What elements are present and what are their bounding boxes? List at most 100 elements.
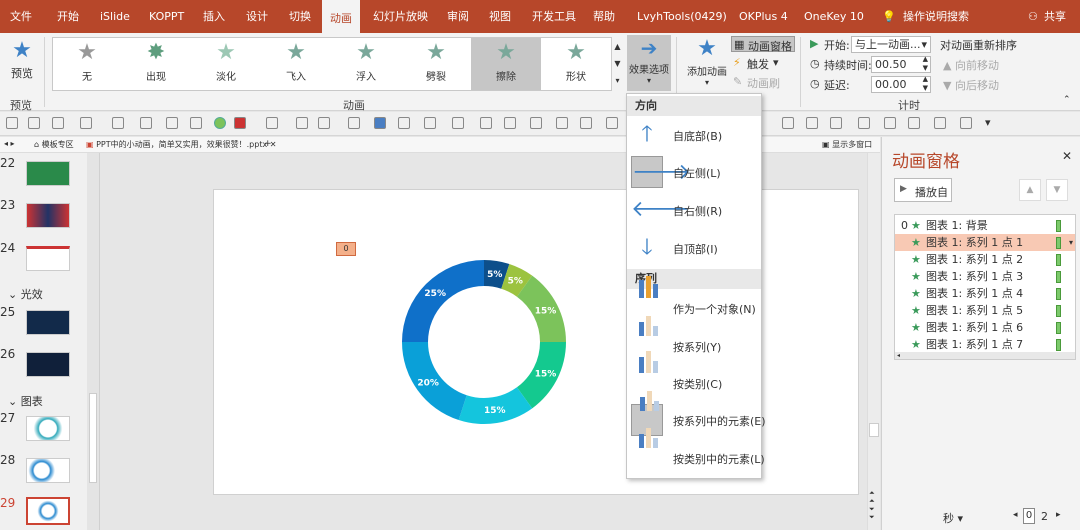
canvas-scrollbar[interactable]: ⏶ ⏶ ⏷ ⏷ <box>867 153 880 530</box>
grid-icon[interactable] <box>556 117 568 129</box>
anim-shape[interactable]: ★ 形状 <box>546 38 606 90</box>
anim-float-in[interactable]: ★ 浮入 <box>336 38 396 90</box>
tab-animations[interactable]: 动画 <box>322 0 360 33</box>
menu-item-from-bottom[interactable]: 🡑 自底部(B) <box>629 117 759 153</box>
new-tab-icon[interactable]: + <box>264 139 272 149</box>
section-header[interactable]: ⌄ 光效 <box>8 286 43 302</box>
duration-input[interactable]: 00.50 ▲ ▼ <box>871 55 931 73</box>
arrow-shape-icon[interactable] <box>424 117 436 129</box>
menu-item-by-element-in-category[interactable]: 按类别中的元素(L) <box>629 428 765 476</box>
add-animation-button[interactable]: ★ 添加动画 ▾ <box>684 35 730 87</box>
play-from-button[interactable]: ▶ 播放自 <box>894 178 952 202</box>
scroll-thumb[interactable] <box>89 393 97 483</box>
tab-slideshow[interactable]: 幻灯片放映 <box>373 0 428 33</box>
gallery-scroll[interactable]: ▲ ▼ ▾ <box>611 38 623 90</box>
timeline-start[interactable]: 0 <box>1023 508 1035 524</box>
slide-thumbnail[interactable] <box>26 352 70 377</box>
select-icon[interactable] <box>858 117 870 129</box>
animation-item-selected[interactable]: ★ 图表 1: 系列 1 点 1 ▾ <box>895 234 1075 251</box>
animation-item[interactable]: ★ 图表 1: 系列 1 点 7 <box>895 336 1075 353</box>
eyedropper-icon[interactable] <box>140 117 152 129</box>
tab-developer[interactable]: 开发工具 <box>532 0 576 33</box>
slide-thumbnail[interactable] <box>26 458 70 483</box>
align-center-icon[interactable] <box>530 117 542 129</box>
menu-item-from-left[interactable]: 🡒 自左侧(L) <box>629 154 759 190</box>
move-down-button[interactable]: ▼ <box>1046 179 1068 201</box>
tab-design[interactable]: 设计 <box>246 0 268 33</box>
anim-wipe[interactable]: ★ 擦除 <box>471 38 541 90</box>
bar-chart-icon[interactable] <box>374 117 386 129</box>
zoom-right-icon[interactable]: ▸ <box>1056 510 1061 520</box>
menu-item-from-right[interactable]: 🡐 自右侧(R) <box>629 192 759 228</box>
doc-tab-templates[interactable]: ⌂ 模板专区 <box>34 139 74 150</box>
animation-item[interactable]: 0 ★ 图表 1: 背景 <box>895 217 1075 234</box>
overflow-icon[interactable]: ▾ <box>985 116 991 129</box>
pen-icon[interactable] <box>296 117 308 129</box>
thumbnail-scrollbar[interactable] <box>87 153 99 530</box>
tell-me-search[interactable]: 操作说明搜索 <box>903 0 969 33</box>
slide[interactable]: 0 5% 5% 15% 15% 15% 20% 25% <box>213 189 859 495</box>
donut-chart[interactable]: 5% 5% 15% 15% 15% 20% 25% <box>394 252 574 432</box>
tab-koppt[interactable]: KOPPT <box>149 0 184 33</box>
eyedropper-icon[interactable] <box>348 117 360 129</box>
animation-item[interactable]: ★ 图表 1: 系列 1 点 5 <box>895 302 1075 319</box>
seconds-label[interactable]: 秒 ▾ <box>943 510 963 526</box>
slide-thumbnail[interactable] <box>26 246 70 271</box>
tab-transitions[interactable]: 切换 <box>289 0 311 33</box>
image-icon[interactable] <box>480 117 492 129</box>
chevron-down-icon[interactable]: ▾ <box>1069 234 1073 251</box>
page-nav-icon[interactable]: ⏶ ⏶ ⏷ ⏷ <box>869 489 875 521</box>
list-scrollbar[interactable]: ◂ <box>895 352 1075 359</box>
start-dropdown[interactable]: 与上一动画... ▾ <box>851 36 931 53</box>
tab-lvyhtools[interactable]: LvyhTools(0429) <box>637 0 727 33</box>
color-picker-icon[interactable] <box>234 117 246 129</box>
screen-icon[interactable] <box>830 117 842 129</box>
tab-insert[interactable]: 插入 <box>203 0 225 33</box>
slide-thumbnail[interactable] <box>26 416 70 441</box>
animation-pane-button[interactable]: ▦ 动画窗格 <box>731 36 795 53</box>
delay-input[interactable]: 00.00 ▲ ▼ <box>871 75 931 93</box>
shape-fill-icon[interactable] <box>214 117 226 129</box>
picture-icon[interactable] <box>782 117 794 129</box>
tab-islide[interactable]: iSlide <box>100 0 130 33</box>
tab-review[interactable]: 审阅 <box>447 0 469 33</box>
tab-onekey[interactable]: OneKey 10 <box>804 0 864 33</box>
close-icon[interactable]: ✕ <box>1062 149 1072 163</box>
preview-button[interactable]: ★ 预览 <box>6 37 38 81</box>
table-icon[interactable] <box>884 117 896 129</box>
frame-icon[interactable] <box>52 117 64 129</box>
anim-fly-in[interactable]: ★ 飞入 <box>266 38 326 90</box>
distribute-v-icon[interactable] <box>606 117 618 129</box>
trigger-button[interactable]: ⚡ 触发 ▾ <box>733 56 793 72</box>
nav-arrows-icon[interactable]: ◂ ▸ <box>4 139 15 148</box>
menu-item-from-top[interactable]: 🡓 自顶部(I) <box>629 230 759 266</box>
donut-slice[interactable] <box>402 260 484 342</box>
shapes-icon[interactable] <box>398 117 410 129</box>
animation-painter-button[interactable]: ✎ 动画刷 <box>733 75 793 91</box>
close-box-icon[interactable] <box>806 117 818 129</box>
anim-fade[interactable]: ★ 淡化 <box>196 38 256 90</box>
slide-thumbnail[interactable] <box>26 310 70 335</box>
image-icon[interactable] <box>166 117 178 129</box>
anim-appear[interactable]: ✸ 出现 <box>126 38 186 90</box>
align-right-icon[interactable] <box>580 117 592 129</box>
animation-item[interactable]: ★ 图表 1: 系列 1 点 2 <box>895 251 1075 268</box>
move-later-button[interactable]: ▼ 向后移动 <box>943 77 999 93</box>
distribute-icon[interactable] <box>504 117 516 129</box>
doc-tab-pptx[interactable]: ▣ PPT中的小动画，简单又实用，效果很赞！.pptx ✕ <box>86 139 276 150</box>
spinner-icon[interactable]: ▲ ▼ <box>923 55 928 73</box>
move-earlier-button[interactable]: ▲ 向前移动 <box>943 57 999 73</box>
share-button[interactable]: 共享 <box>1044 0 1066 33</box>
tab-help[interactable]: 帮助 <box>593 0 615 33</box>
lock-icon[interactable] <box>6 117 18 129</box>
text-box-icon[interactable] <box>80 117 92 129</box>
scroll-thumb[interactable] <box>869 423 879 437</box>
tab-okplus[interactable]: OKPlus 4 <box>739 0 788 33</box>
collapse-ribbon-icon[interactable]: ⌃ <box>1063 95 1071 105</box>
tab-view[interactable]: 视图 <box>489 0 511 33</box>
slide-thumbnail[interactable] <box>26 161 70 186</box>
animation-item[interactable]: ★ 图表 1: 系列 1 点 3 <box>895 268 1075 285</box>
animation-tag[interactable]: 0 <box>336 242 356 256</box>
spinner-icon[interactable]: ▲ ▼ <box>923 75 928 93</box>
align-icon[interactable] <box>28 117 40 129</box>
